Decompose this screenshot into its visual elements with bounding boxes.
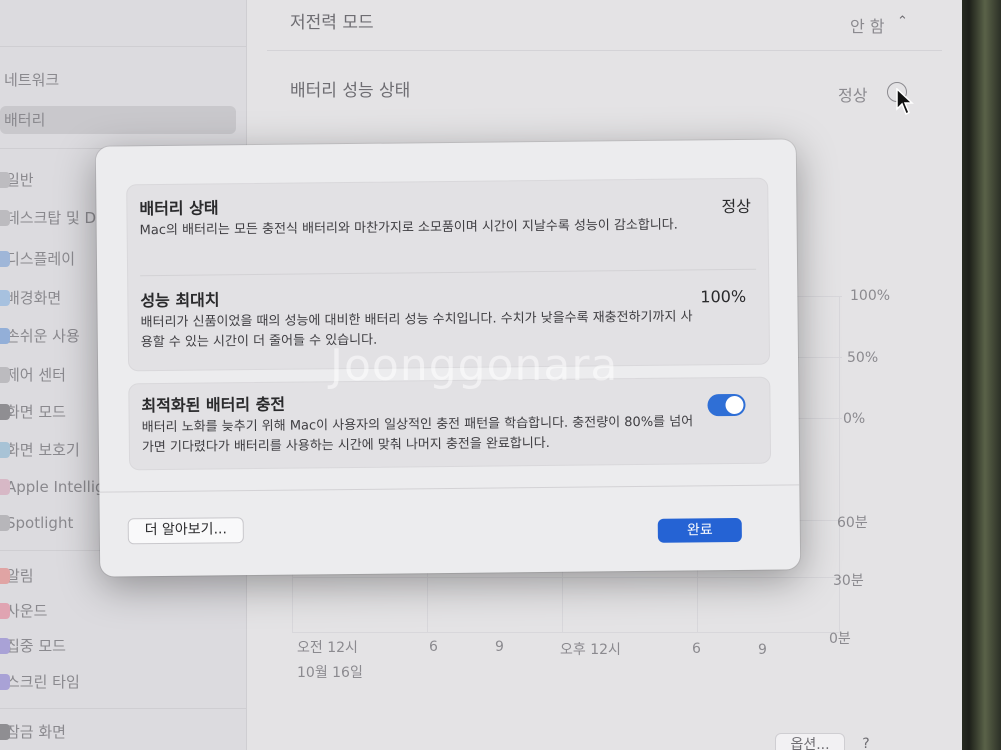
battery-status-title: 배터리 상태 bbox=[139, 198, 219, 219]
battery-health-value: 정상 bbox=[838, 86, 868, 105]
x-tick: 6 bbox=[429, 639, 438, 655]
screensaver-icon bbox=[0, 442, 10, 458]
sidebar-item-label: 사운드 bbox=[6, 602, 48, 620]
battery-status-value: 정상 bbox=[721, 196, 751, 217]
chart-gridline bbox=[292, 632, 842, 633]
optimized-charging-description: 배터리 노화를 늦추기 위해 Mac이 사용자의 일상적인 충전 패턴을 학습합… bbox=[141, 414, 694, 456]
time-tick-0: 0분 bbox=[829, 631, 851, 647]
sidebar-item-label: 잠금 화면 bbox=[6, 723, 66, 741]
sidebar-item-label: 화면 보호기 bbox=[6, 441, 80, 459]
screen-time-icon bbox=[0, 674, 10, 690]
sidebar-item-sound[interactable]: 사운드 bbox=[0, 597, 48, 625]
level-tick-50: 50% bbox=[847, 350, 879, 366]
x-tick: 9 bbox=[758, 642, 767, 658]
row-divider bbox=[267, 50, 942, 51]
level-tick-0: 0% bbox=[843, 411, 866, 427]
low-power-mode-label: 저전력 모드 bbox=[290, 13, 374, 33]
sidebar-divider bbox=[0, 46, 246, 47]
sidebar-item-appearance[interactable]: 화면 모드 bbox=[0, 398, 66, 426]
options-button[interactable]: 옵션... bbox=[775, 733, 845, 750]
learn-more-button[interactable]: 더 알아보기... bbox=[127, 517, 244, 545]
accessibility-icon bbox=[0, 328, 10, 344]
sidebar-item-displays[interactable]: 디스플레이 bbox=[0, 245, 76, 273]
time-tick-60: 60분 bbox=[837, 515, 868, 531]
group-divider bbox=[140, 268, 757, 277]
apple-intelligence-icon bbox=[0, 479, 10, 495]
battery-status-description: Mac의 배터리는 모든 충전식 배터리와 마찬가지로 소모품이며 시간이 지날… bbox=[139, 217, 678, 239]
battery-health-label: 배터리 성능 상태 bbox=[290, 81, 411, 101]
dialog-footer-divider bbox=[99, 484, 800, 493]
sidebar-item-label: 제어 센터 bbox=[6, 366, 66, 384]
sidebar-divider bbox=[0, 708, 246, 709]
level-tick-100: 100% bbox=[850, 288, 891, 304]
optimized-charging-title: 최적화된 배터리 충전 bbox=[141, 394, 286, 416]
done-button[interactable]: 완료 bbox=[657, 517, 742, 543]
sidebar-item-general[interactable]: 일반 bbox=[0, 166, 34, 194]
sidebar-item-screen-time[interactable]: 스크린 타임 bbox=[0, 668, 80, 696]
control-center-icon bbox=[0, 367, 10, 383]
system-settings-window: 네트워크 배터리 일반 데스크탑 및 Dock 디스플레이 배경화면 손쉬운 사… bbox=[0, 0, 962, 750]
sidebar-item-focus[interactable]: 집중 모드 bbox=[0, 632, 66, 660]
watermark: Joonggonara bbox=[330, 340, 619, 391]
toggle-knob bbox=[725, 395, 744, 415]
sidebar-item-label: 알림 bbox=[6, 567, 34, 585]
sidebar-item-label: 집중 모드 bbox=[6, 637, 66, 655]
gear-icon bbox=[0, 172, 10, 188]
dock-icon bbox=[0, 210, 10, 226]
sidebar-item-control-center[interactable]: 제어 센터 bbox=[0, 361, 66, 389]
sidebar-item-network[interactable]: 네트워크 bbox=[4, 66, 59, 94]
x-tick: 오전 12시 bbox=[297, 640, 358, 656]
sidebar-item-spotlight[interactable]: Spotlight bbox=[0, 509, 74, 537]
mouse-cursor-icon bbox=[896, 88, 914, 116]
sidebar-item-label: 네트워크 bbox=[4, 71, 60, 89]
date-label: 10월 16일 bbox=[297, 665, 363, 681]
sidebar-item-label: Spotlight bbox=[6, 514, 74, 532]
maximum-capacity-title: 성능 최대치 bbox=[140, 290, 220, 311]
x-tick: 6 bbox=[692, 641, 701, 657]
appearance-icon bbox=[0, 404, 10, 420]
sidebar-item-label: 배경화면 bbox=[6, 289, 62, 307]
sidebar-item-wallpaper[interactable]: 배경화면 bbox=[0, 284, 62, 312]
wallpaper-icon bbox=[0, 290, 10, 306]
chart-gridline bbox=[292, 577, 842, 578]
maximum-capacity-value: 100% bbox=[700, 286, 747, 307]
sidebar-item-battery[interactable]: 배터리 bbox=[0, 106, 236, 134]
sidebar-item-screensaver[interactable]: 화면 보호기 bbox=[0, 436, 80, 464]
help-button[interactable]: ? bbox=[857, 736, 875, 750]
x-tick: 9 bbox=[495, 639, 504, 655]
low-power-mode-value[interactable]: 안 함 bbox=[850, 13, 885, 37]
sidebar-item-label: 손쉬운 사용 bbox=[6, 327, 80, 345]
optimized-charging-toggle[interactable] bbox=[707, 393, 746, 417]
spotlight-icon bbox=[0, 515, 10, 531]
sidebar-item-accessibility[interactable]: 손쉬운 사용 bbox=[0, 322, 80, 350]
time-tick-30: 30분 bbox=[833, 573, 864, 589]
notifications-icon bbox=[0, 568, 10, 584]
lock-screen-icon bbox=[0, 724, 10, 740]
sidebar-item-notifications[interactable]: 알림 bbox=[0, 562, 34, 590]
sidebar-item-label: 배터리 bbox=[4, 111, 46, 129]
focus-icon bbox=[0, 638, 10, 654]
x-tick: 오후 12시 bbox=[560, 642, 621, 658]
popup-chevron-icon[interactable]: ⌃ bbox=[897, 14, 908, 29]
sidebar-item-label: 스크린 타임 bbox=[6, 673, 80, 691]
sidebar-item-label: 디스플레이 bbox=[6, 250, 76, 268]
sidebar-item-label: 일반 bbox=[6, 171, 34, 189]
display-icon bbox=[0, 251, 10, 267]
sound-icon bbox=[0, 603, 10, 619]
sidebar-item-lock-screen[interactable]: 잠금 화면 bbox=[0, 718, 66, 746]
sidebar-item-label: 화면 모드 bbox=[6, 403, 66, 421]
chart-vgrid bbox=[697, 560, 698, 632]
